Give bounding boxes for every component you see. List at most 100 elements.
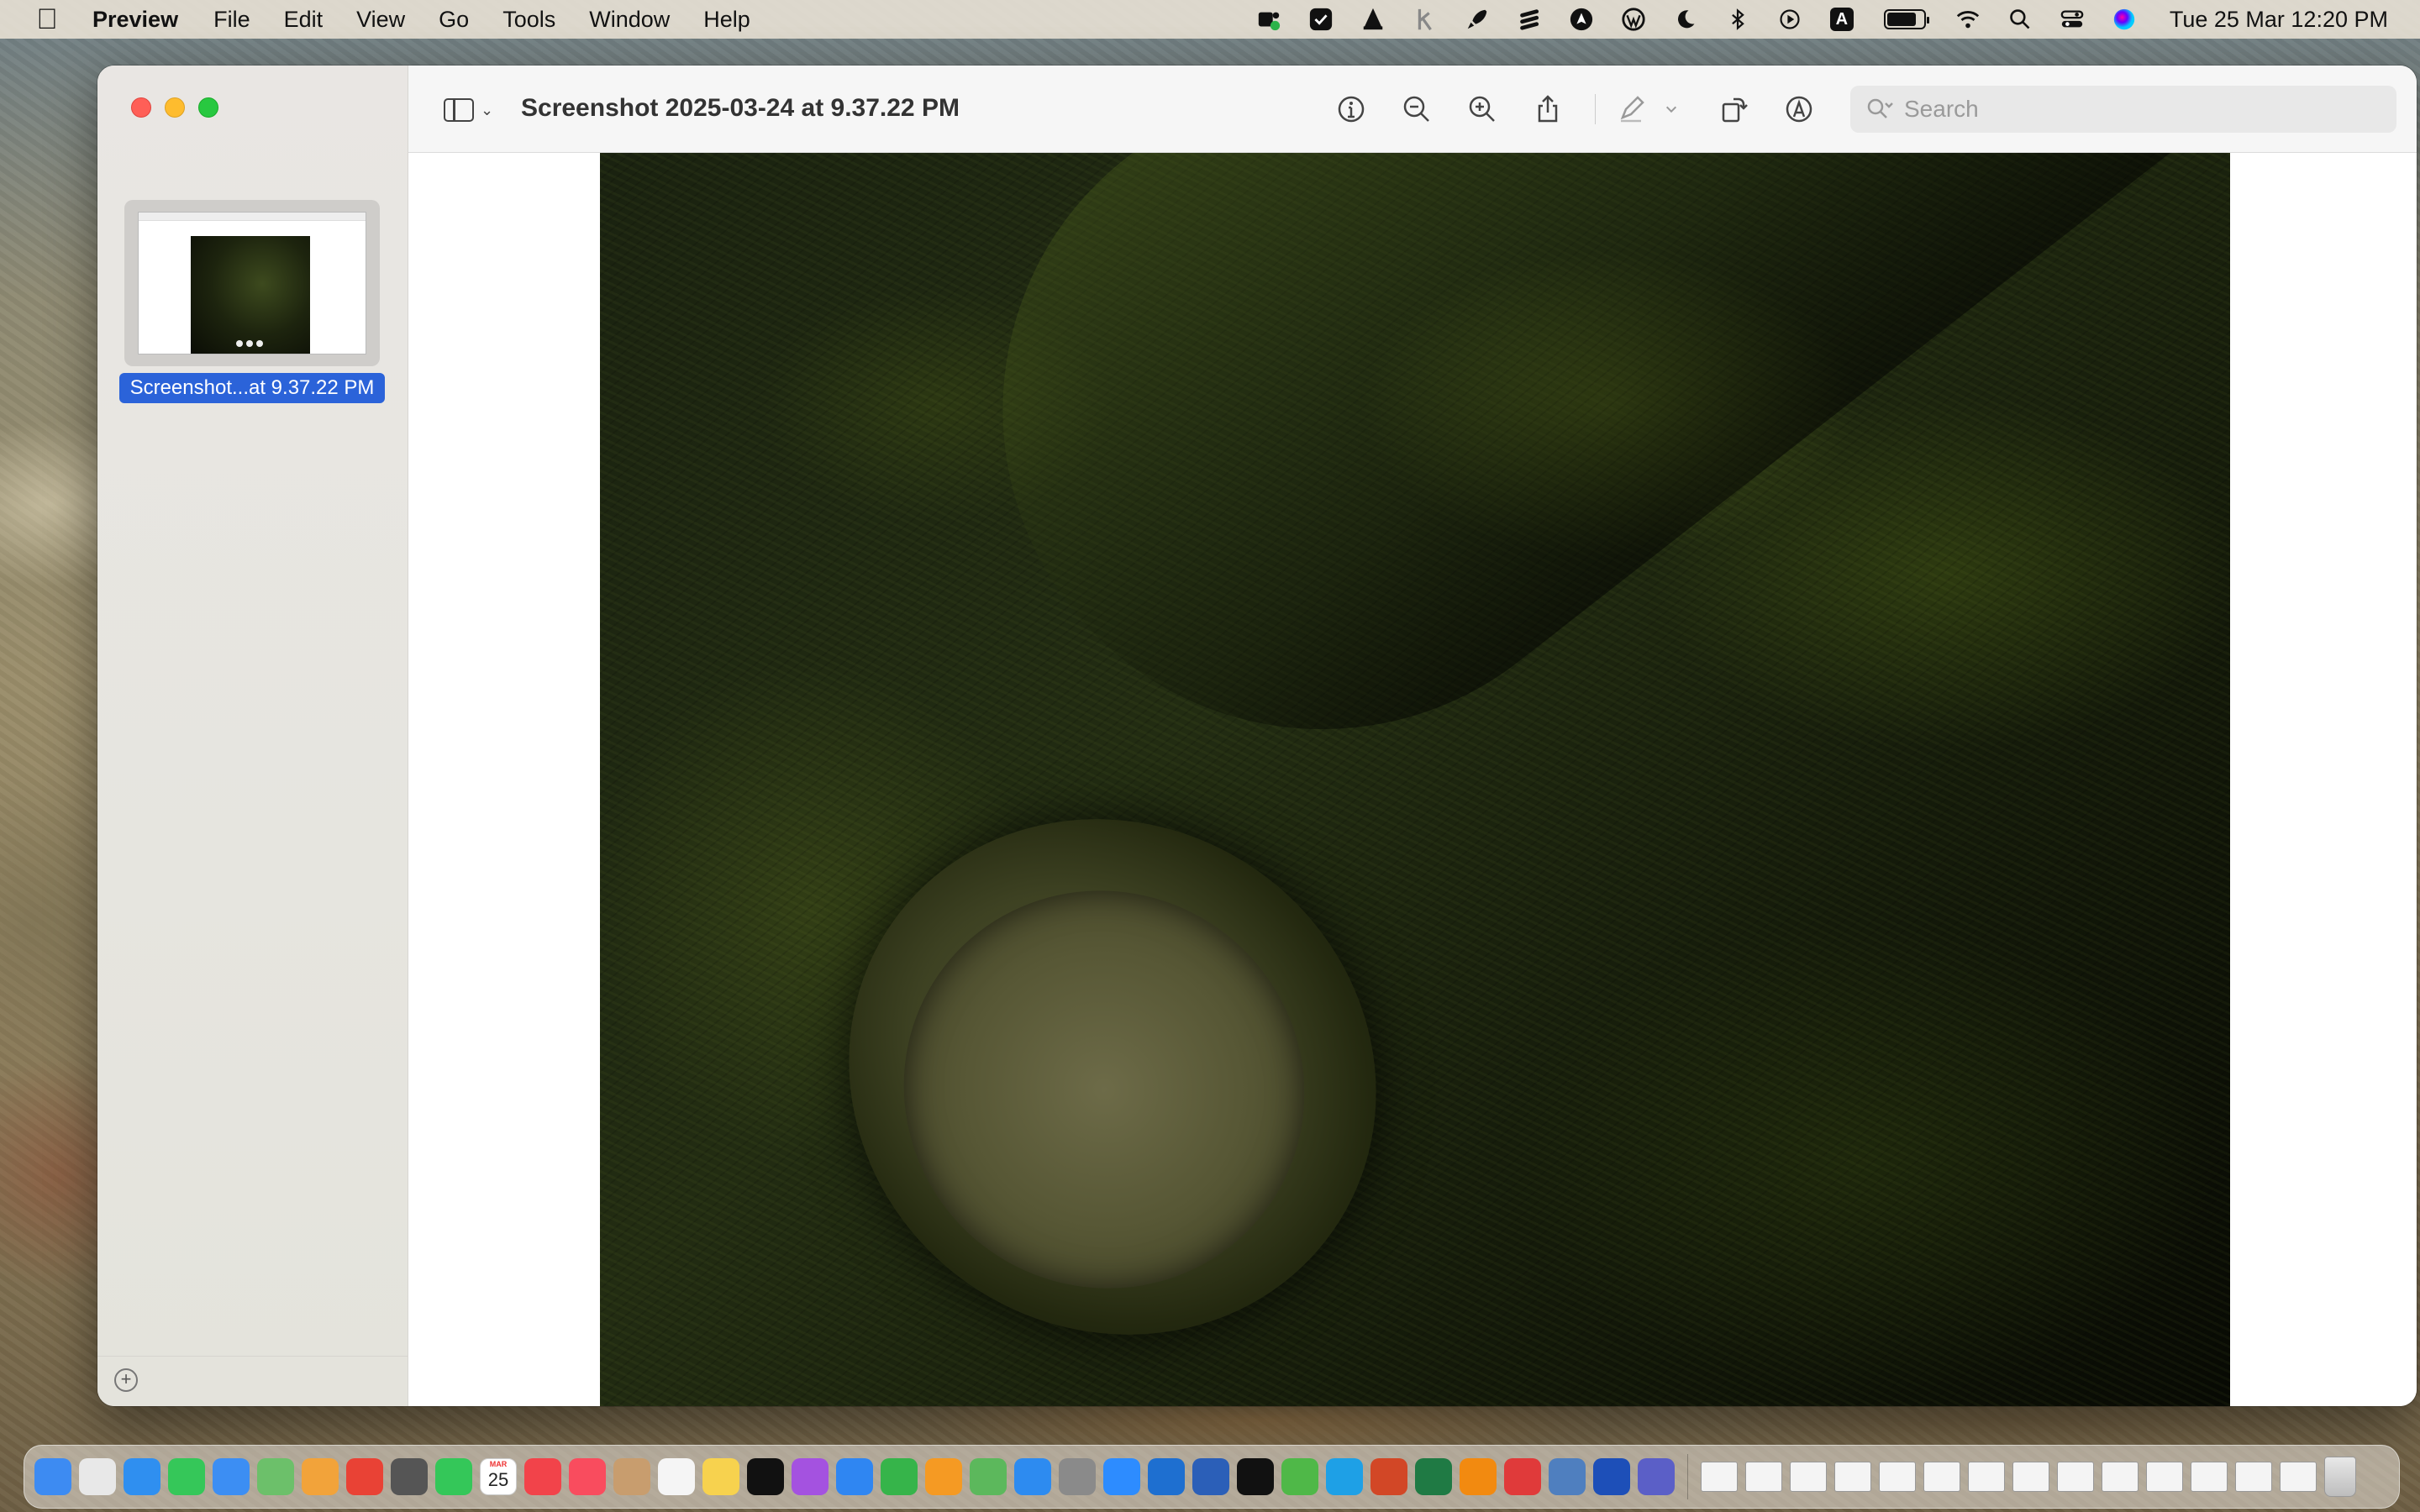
info-button[interactable] xyxy=(1333,91,1370,128)
siri-icon[interactable] xyxy=(2111,6,2138,33)
keyboard-letter: A xyxy=(1829,8,1854,31)
dock-chatgpt-icon[interactable] xyxy=(1237,1458,1274,1495)
bluetooth-icon[interactable] xyxy=(1724,6,1751,33)
dock-audio-app-icon[interactable] xyxy=(1593,1458,1630,1495)
dock-minimized-window[interactable] xyxy=(2012,1462,2049,1492)
search-icon[interactable] xyxy=(2007,6,2033,33)
dock-system-settings-icon[interactable] xyxy=(1059,1458,1096,1495)
dock-pages-icon[interactable] xyxy=(925,1458,962,1495)
dock-minimized-window[interactable] xyxy=(1745,1462,1782,1492)
add-page-icon[interactable]: + xyxy=(114,1368,138,1392)
dock-vlc-icon[interactable] xyxy=(1460,1458,1497,1495)
highlight-button[interactable] xyxy=(1612,91,1649,128)
checkmark-icon[interactable] xyxy=(1307,6,1334,33)
wifi-icon[interactable] xyxy=(1954,6,1981,33)
battery-icon[interactable] xyxy=(1881,6,1929,33)
zoom-out-button[interactable] xyxy=(1398,91,1435,128)
dock-launchpad-icon[interactable] xyxy=(79,1458,116,1495)
menu-window[interactable]: Window xyxy=(589,7,670,33)
search-input[interactable] xyxy=(1904,96,2375,123)
dock-facetime-icon[interactable] xyxy=(435,1458,472,1495)
control-center-icon[interactable] xyxy=(2059,6,2086,33)
zoom-in-button[interactable] xyxy=(1464,91,1501,128)
menu-clock[interactable]: Tue 25 Mar 12:20 PM xyxy=(2170,7,2388,33)
dock-calendar-icon[interactable]: MAR 25 xyxy=(480,1458,517,1495)
dock-calculator-icon[interactable] xyxy=(391,1458,428,1495)
dock-reminders-icon[interactable] xyxy=(658,1458,695,1495)
dock-news-icon[interactable] xyxy=(524,1458,561,1495)
dock-utorrent-icon[interactable] xyxy=(1281,1458,1318,1495)
menu-view[interactable]: View xyxy=(356,7,405,33)
search-field[interactable] xyxy=(1850,86,2396,133)
apple-menu-icon[interactable]:  xyxy=(30,3,64,36)
dock-speedify-icon[interactable] xyxy=(1504,1458,1541,1495)
wordpress-icon[interactable] xyxy=(1620,6,1647,33)
dock-excel-icon[interactable] xyxy=(1415,1458,1452,1495)
highlight-options-button[interactable] xyxy=(1661,91,1681,128)
dock-minimized-window[interactable] xyxy=(1790,1462,1827,1492)
close-button[interactable] xyxy=(131,97,151,118)
dock-skype-icon[interactable] xyxy=(1326,1458,1363,1495)
dock-word-icon[interactable] xyxy=(1192,1458,1229,1495)
keyboard-a-icon[interactable]: A xyxy=(1828,6,1855,33)
dock-minimized-window[interactable] xyxy=(2057,1462,2094,1492)
dock-notes-icon[interactable] xyxy=(702,1458,739,1495)
rocket-icon[interactable] xyxy=(1464,6,1491,33)
dock-keynote-icon[interactable] xyxy=(836,1458,873,1495)
menu-tools[interactable]: Tools xyxy=(502,7,555,33)
dock-separator xyxy=(1687,1454,1688,1499)
fullscreen-button[interactable] xyxy=(198,97,218,118)
menu-app-preview[interactable]: Preview xyxy=(92,7,178,33)
dock-contacts-icon[interactable] xyxy=(613,1458,650,1495)
menu-edit[interactable]: Edit xyxy=(284,7,324,33)
sidebar-toggle-button[interactable]: ⌄ xyxy=(444,96,501,124)
dock-teams-icon[interactable] xyxy=(1638,1458,1675,1495)
menu-go[interactable]: Go xyxy=(439,7,469,33)
dock-chrome-icon[interactable] xyxy=(346,1458,383,1495)
dock-minimized-window[interactable] xyxy=(1968,1462,2005,1492)
dock-app-store-icon[interactable] xyxy=(1014,1458,1051,1495)
dock-music-icon[interactable] xyxy=(569,1458,606,1495)
dock-powerpoint-icon[interactable] xyxy=(1370,1458,1407,1495)
dock-podcasts-icon[interactable] xyxy=(792,1458,829,1495)
dock-minimized-window[interactable] xyxy=(2280,1462,2317,1492)
thumbnail-label[interactable]: Screenshot...at 9.37.22 PM xyxy=(119,373,385,403)
dock-minimized-window[interactable] xyxy=(2191,1462,2228,1492)
rotate-button[interactable] xyxy=(1715,91,1752,128)
dock-icloud-icon[interactable] xyxy=(970,1458,1007,1495)
dock-finder-icon[interactable] xyxy=(34,1458,71,1495)
menu-file[interactable]: File xyxy=(213,7,250,33)
dock-minimized-window[interactable] xyxy=(2146,1462,2183,1492)
bars-icon[interactable] xyxy=(1516,6,1543,33)
dock-numbers-icon[interactable] xyxy=(881,1458,918,1495)
dock-preview-icon[interactable] xyxy=(1549,1458,1586,1495)
dock-minimized-window[interactable] xyxy=(1834,1462,1871,1492)
dock-zoom-icon[interactable] xyxy=(1103,1458,1140,1495)
vlc-icon[interactable] xyxy=(1360,6,1386,33)
menu-help[interactable]: Help xyxy=(703,7,750,33)
share-button[interactable] xyxy=(1529,91,1566,128)
dock-trash-icon[interactable] xyxy=(2324,1457,2356,1497)
document-view[interactable] xyxy=(408,153,2417,1406)
dock-minimized-window[interactable] xyxy=(1923,1462,1960,1492)
zoom-out-icon xyxy=(1403,96,1429,122)
page-thumbnail[interactable] xyxy=(124,200,380,366)
teams-icon[interactable] xyxy=(1255,6,1282,33)
minimize-button[interactable] xyxy=(165,97,185,118)
moon-icon[interactable] xyxy=(1672,6,1699,33)
dock-minimized-window[interactable] xyxy=(1701,1462,1738,1492)
dock-minimized-window[interactable] xyxy=(2235,1462,2272,1492)
dock-safari-icon[interactable] xyxy=(124,1458,160,1495)
dock-minimized-window[interactable] xyxy=(1879,1462,1916,1492)
k-icon[interactable] xyxy=(1412,6,1439,33)
dock-messages-icon[interactable] xyxy=(168,1458,205,1495)
dock-maps-icon[interactable] xyxy=(257,1458,294,1495)
play-icon[interactable] xyxy=(1776,6,1803,33)
dock-apple-tv-icon[interactable] xyxy=(747,1458,784,1495)
dock-outlook-icon[interactable] xyxy=(1148,1458,1185,1495)
markup-button[interactable] xyxy=(1781,91,1818,128)
dock-mail-icon[interactable] xyxy=(213,1458,250,1495)
dock-photos-icon[interactable] xyxy=(302,1458,339,1495)
pen-nib-icon[interactable] xyxy=(1568,6,1595,33)
dock-minimized-window[interactable] xyxy=(2102,1462,2139,1492)
